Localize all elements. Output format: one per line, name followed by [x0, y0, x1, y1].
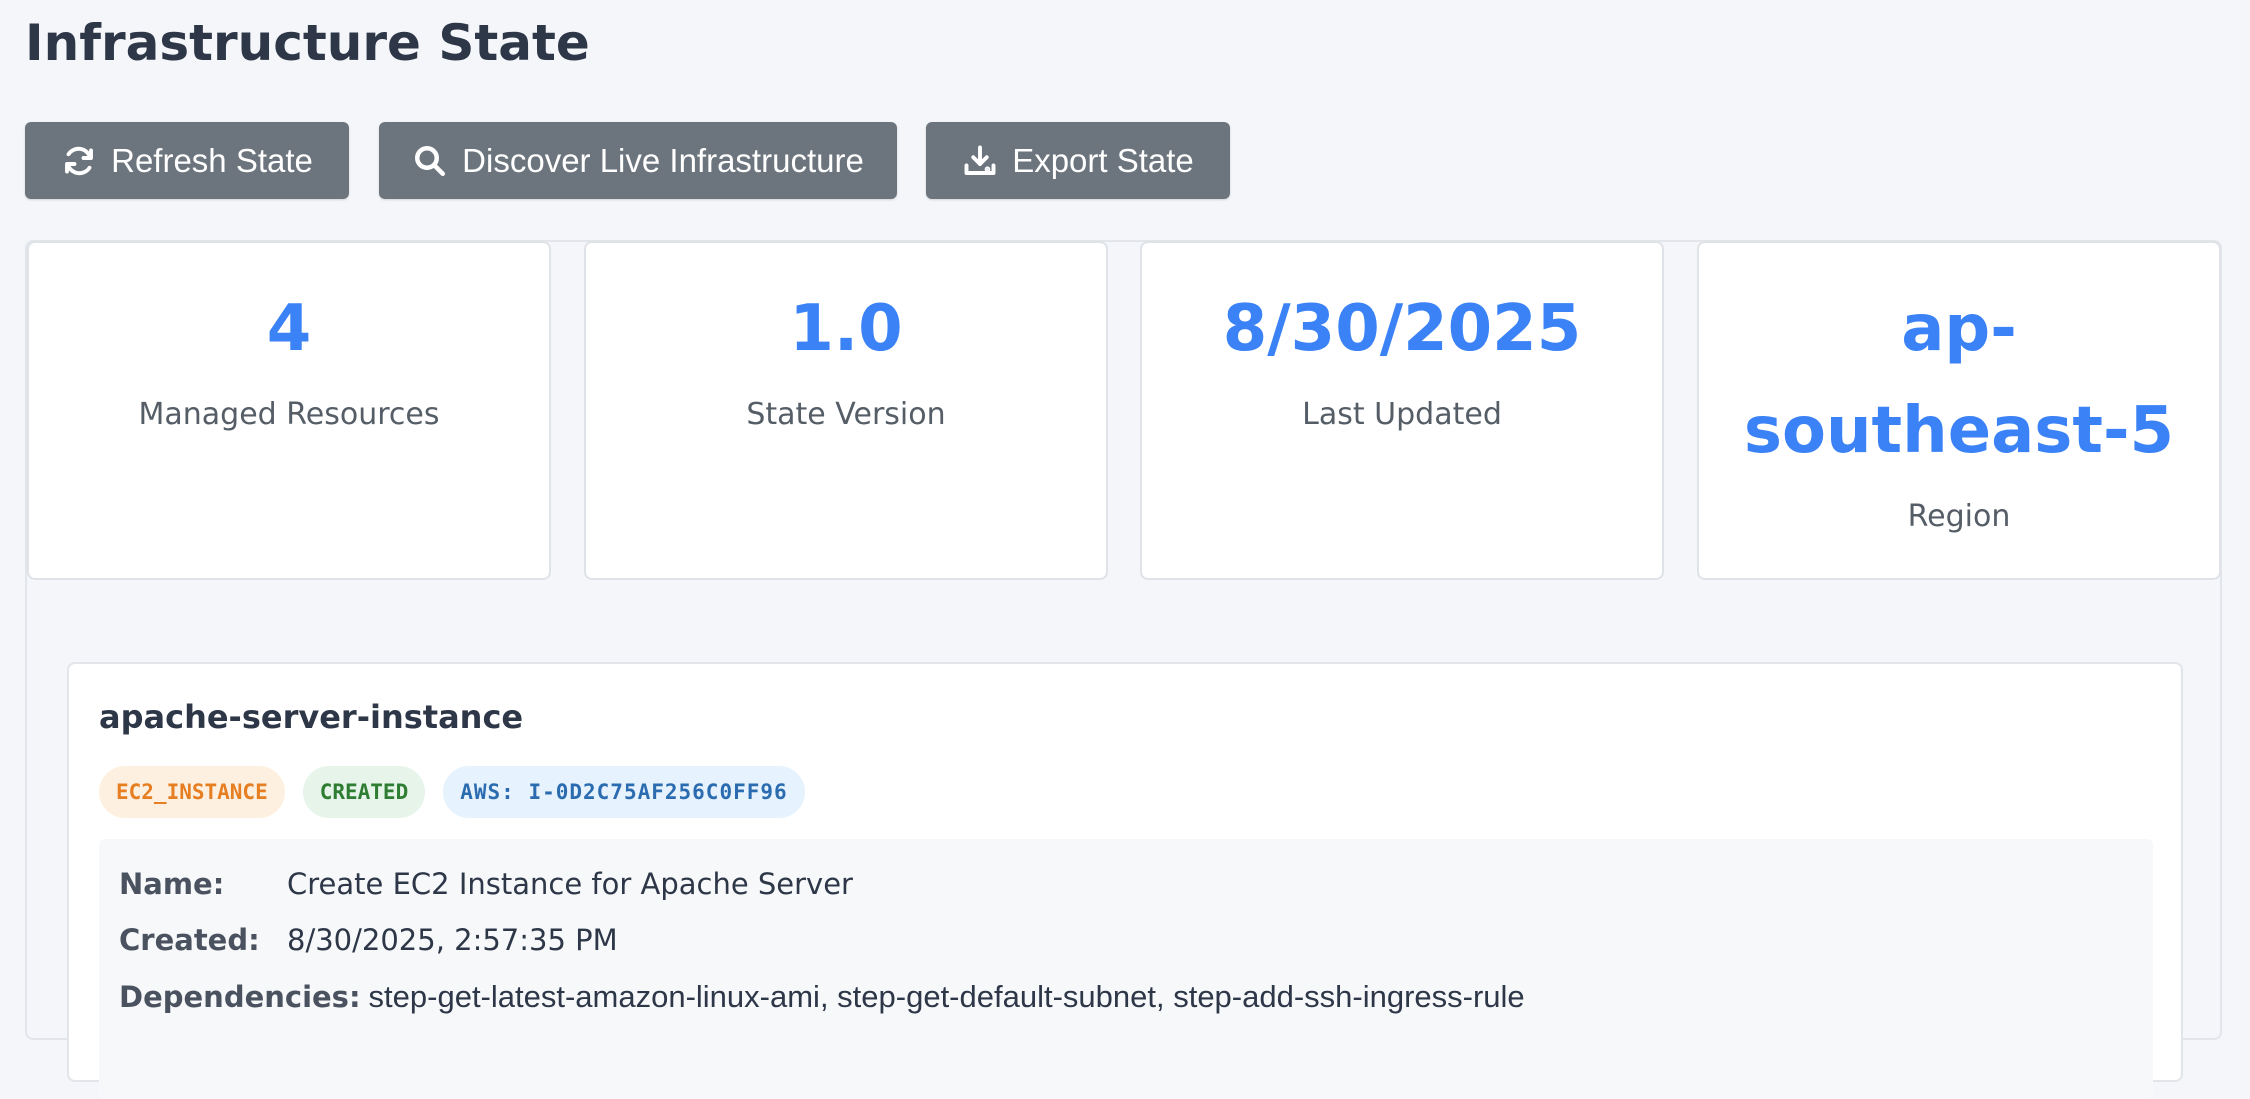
resource-badges: EC2_INSTANCE CREATED AWS: I-0D2C75AF256C… [99, 766, 805, 818]
stat-value: 4 [266, 292, 312, 366]
export-state-button[interactable]: Export State [926, 122, 1230, 199]
refresh-state-button[interactable]: Refresh State [25, 122, 349, 199]
stat-label: Managed Resources [138, 397, 440, 432]
detail-label: Name: [119, 867, 225, 901]
resource-card[interactable]: apache-server-instance EC2_INSTANCE CREA… [67, 662, 2183, 1099]
stat-card-state-version: 1.0 State Version [584, 241, 1108, 580]
stat-value: 1.0 [789, 292, 903, 366]
detail-value: 8/30/2025, 2:57:35 PM [287, 923, 618, 957]
discover-live-infrastructure-label: Discover Live Infrastructure [462, 141, 864, 179]
detail-value: Create EC2 Instance for Apache Server [287, 867, 853, 901]
export-state-label: Export State [1012, 141, 1194, 179]
stat-value: 8/30/2025 [1222, 292, 1582, 366]
stat-card-managed-resources: 4 Managed Resources [27, 241, 551, 580]
status-badge: CREATED [302, 766, 426, 818]
stat-label: Last Updated [1302, 397, 1502, 432]
detail-row-name: Name: Create EC2 Instance for Apache Serv… [119, 867, 853, 901]
page-title: Infrastructure State [25, 14, 590, 72]
detail-row-dependencies: Dependencies: step-get-latest-amazon-linu… [119, 979, 1525, 1015]
stat-card-last-updated: 8/30/2025 Last Updated [1140, 241, 1664, 580]
stat-card-region: ap- southeast-5 Region [1697, 241, 2221, 580]
detail-row-created: Created: 8/30/2025, 2:57:35 PM [119, 923, 618, 957]
aws-id-badge: AWS: I-0D2C75AF256C0FF96 [443, 766, 805, 818]
detail-label: Created: [119, 923, 260, 957]
discover-live-infrastructure-button[interactable]: Discover Live Infrastructure [379, 122, 897, 199]
stat-value-line2: southeast-5 [1743, 394, 2175, 468]
resource-type-badge: EC2_INSTANCE [99, 766, 285, 818]
resource-name: apache-server-instance [99, 698, 524, 736]
detail-label: Dependencies: [119, 980, 361, 1014]
stat-label: Region [1907, 499, 2011, 534]
stat-label: State Version [746, 397, 946, 432]
refresh-state-label: Refresh State [111, 141, 313, 179]
refresh-icon [61, 143, 97, 179]
download-icon [962, 143, 998, 179]
stat-value-line1: ap- [1901, 292, 2017, 366]
resource-details: Name: Create EC2 Instance for Apache Serv… [99, 839, 2153, 1099]
detail-value: step-get-latest-amazon-linux-ami, step-g… [368, 979, 1525, 1014]
search-icon [412, 143, 448, 179]
